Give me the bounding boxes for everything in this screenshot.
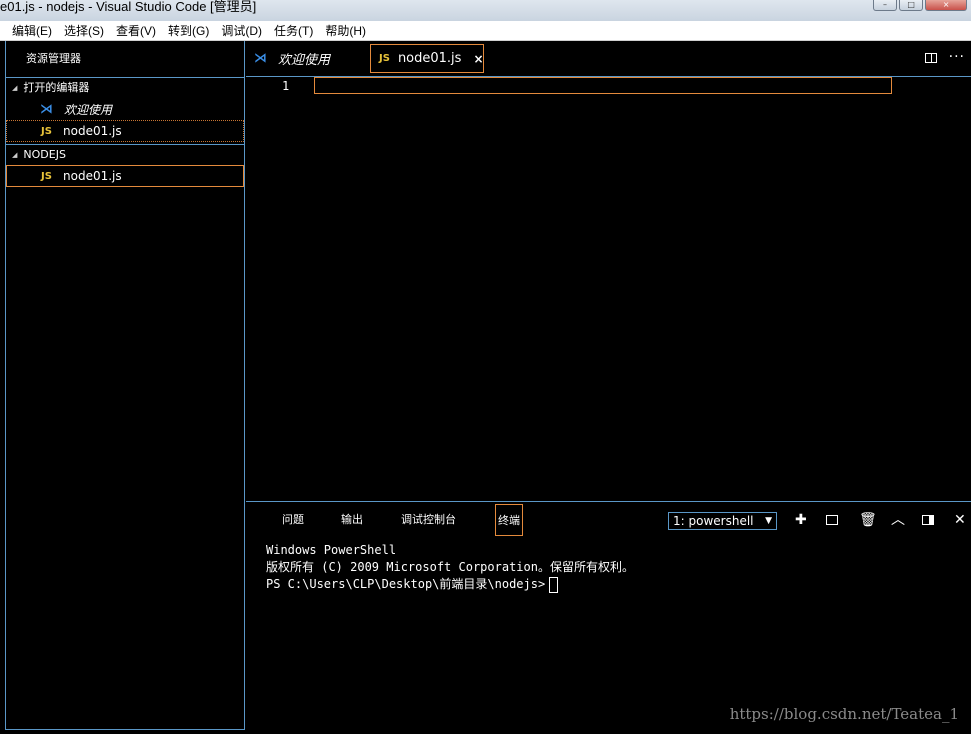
window-bottom-edge (0, 730, 971, 734)
file-item-node01[interactable]: JS node01.js (6, 165, 244, 187)
explorer-sidebar: 资源管理器 ◢ 打开的编辑器 ⋊ 欢迎使用 JS node01.js ◢ NOD… (5, 41, 245, 730)
menu-selection[interactable]: 选择(S) (64, 22, 104, 39)
folder-section-nodejs[interactable]: ◢ NODEJS (6, 145, 244, 165)
open-editor-item-node01[interactable]: JS node01.js (6, 120, 244, 142)
dropdown-arrow-icon: ▼ (765, 516, 772, 526)
tab-terminal[interactable]: 终端 (495, 504, 523, 536)
terminal-output[interactable]: Windows PowerShell 版权所有 (C) 2009 Microsof… (266, 542, 634, 593)
code-editor[interactable]: 1 (246, 77, 971, 501)
tab-label: node01.js (397, 51, 462, 66)
js-icon: JS (379, 53, 390, 64)
tab-output[interactable]: 输出 (341, 504, 363, 536)
trash-icon[interactable]: 🗑 (859, 513, 877, 527)
terminal-line: Windows PowerShell (266, 543, 397, 557)
folder-label: NODEJS (23, 148, 66, 161)
tab-label: 欢迎使用 (278, 53, 331, 68)
open-editor-label: 欢迎使用 (64, 102, 113, 117)
menu-help[interactable]: 帮助(H) (325, 22, 366, 39)
maximize-icon[interactable]: □ (899, 0, 924, 11)
vscode-icon: ⋊ (254, 51, 267, 66)
menu-bar: 编辑(E) 选择(S) 查看(V) 转到(G) 调试(D) 任务(T) 帮助(H… (0, 21, 971, 41)
tab-welcome[interactable]: ⋊ 欢迎使用 (254, 41, 366, 76)
menu-edit[interactable]: 编辑(E) (12, 22, 52, 39)
collapse-triangle-icon: ◢ (12, 151, 18, 159)
line-number: 1 (282, 79, 290, 93)
vscode-icon: ⋊ (40, 101, 53, 117)
close-panel-icon[interactable]: ✕ (954, 513, 966, 527)
open-editor-item-welcome[interactable]: ⋊ 欢迎使用 (6, 98, 244, 120)
title-bar: e01.js - nodejs - Visual Studio Code [管理… (0, 0, 971, 21)
terminal-prompt-row: PS C:\Users\CLP\Desktop\前端目录\nodejs> (266, 576, 634, 593)
open-editors-label: 打开的编辑器 (23, 81, 90, 94)
close-window-icon[interactable]: × (925, 0, 968, 11)
js-icon: JS (41, 170, 52, 182)
menu-debug[interactable]: 调试(D) (221, 22, 262, 39)
tab-debug-console[interactable]: 调试控制台 (401, 504, 456, 536)
window-controls: – □ × (873, 0, 968, 11)
minimize-icon[interactable]: – (873, 0, 898, 11)
menu-go[interactable]: 转到(G) (168, 22, 209, 39)
split-editor-icon[interactable] (925, 53, 937, 63)
terminal-cursor (549, 576, 559, 593)
new-terminal-icon[interactable]: ✚ (795, 513, 807, 527)
collapse-triangle-icon: ◢ (12, 84, 18, 92)
menu-tasks[interactable]: 任务(T) (274, 22, 313, 39)
tab-problems[interactable]: 问题 (282, 504, 304, 536)
editor-tab-bar: ⋊ 欢迎使用 JS node01.js × ··· (246, 41, 971, 77)
open-editor-label: node01.js (63, 124, 122, 138)
explorer-header: 资源管理器 (6, 41, 244, 78)
file-label: node01.js (63, 169, 122, 183)
watermark: https://blog.csdn.net/Teatea_1 (729, 705, 959, 723)
panel-tab-bar: 问题 输出 调试控制台 终端 1: powershell ▼ ✚ 🗑 ︿ ✕ (246, 502, 971, 538)
close-tab-icon[interactable]: × (473, 52, 483, 66)
terminal-line: 版权所有 (C) 2009 Microsoft Corporation。保留所有… (266, 560, 634, 574)
terminal-select-value: 1: powershell (673, 514, 754, 528)
terminal-select[interactable]: 1: powershell ▼ (668, 512, 777, 530)
split-terminal-icon[interactable] (826, 515, 838, 525)
toggle-panel-position-icon[interactable] (922, 515, 934, 525)
bottom-panel: 问题 输出 调试控制台 终端 1: powershell ▼ ✚ 🗑 ︿ ✕ W… (246, 501, 971, 731)
current-line-highlight[interactable] (314, 77, 892, 94)
open-editors-section[interactable]: ◢ 打开的编辑器 (6, 78, 244, 98)
js-icon: JS (41, 125, 52, 137)
menu-view[interactable]: 查看(V) (116, 22, 156, 39)
tab-node01[interactable]: JS node01.js × (370, 44, 484, 73)
window-title: e01.js - nodejs - Visual Studio Code [管理… (0, 0, 257, 14)
terminal-prompt: PS C:\Users\CLP\Desktop\前端目录\nodejs> (266, 577, 546, 591)
maximize-panel-icon[interactable]: ︿ (891, 513, 905, 527)
more-actions-icon[interactable]: ··· (949, 49, 965, 65)
